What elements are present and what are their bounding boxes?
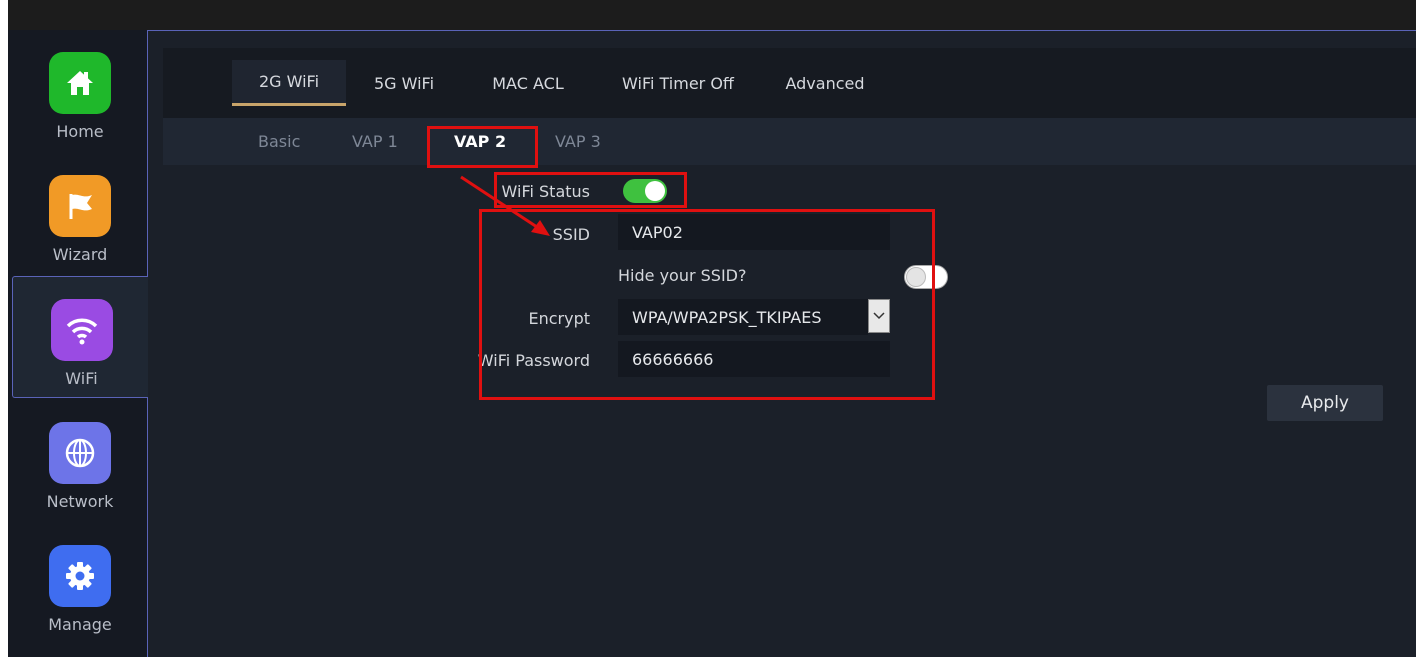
app-window: Home Wizard WiFi Network Manage 2G WiFi … — [0, 0, 1416, 657]
annotation-arrow — [460, 175, 550, 236]
